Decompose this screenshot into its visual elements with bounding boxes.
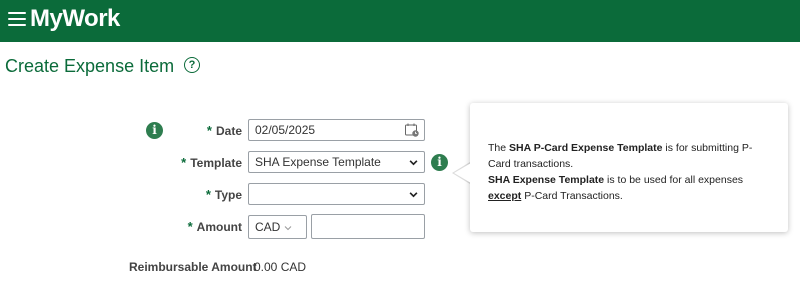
amount-input[interactable] xyxy=(311,214,425,239)
template-info-icon[interactable]: i xyxy=(431,154,448,171)
chevron-down-icon xyxy=(409,160,418,166)
info-icon[interactable]: i xyxy=(146,122,163,139)
required-marker: * xyxy=(187,219,193,234)
template-label: * Template xyxy=(176,155,242,171)
chevron-down-icon xyxy=(409,192,418,198)
popup-sentence-2: is to be used for all expenses xyxy=(604,174,744,186)
hamburger-menu-icon[interactable] xyxy=(8,11,26,27)
popup-intro: The xyxy=(488,142,510,154)
top-bar: MyWork xyxy=(0,0,800,42)
amount-label: * Amount xyxy=(180,219,242,235)
currency-select[interactable]: CAD xyxy=(248,215,307,239)
popup-template-name-2: SHA Expense Template xyxy=(488,174,605,186)
date-label-text: Date xyxy=(215,124,242,138)
help-icon[interactable]: ? xyxy=(184,57,200,73)
template-info-popup: The SHA P-Card Expense Template is for s… xyxy=(470,103,788,232)
date-label: * Date xyxy=(190,123,242,139)
date-field[interactable]: 02/05/2025 xyxy=(248,119,425,141)
currency-value: CAD xyxy=(255,220,281,234)
popup-end: P-Card Transactions. xyxy=(521,190,623,202)
required-marker: * xyxy=(206,123,212,138)
date-value: 02/05/2025 xyxy=(255,123,316,137)
popup-emphasis: except xyxy=(488,190,522,202)
amount-label-text: Amount xyxy=(196,220,242,234)
app-title[interactable]: MyWork xyxy=(30,3,120,35)
popup-arrow-fill xyxy=(454,163,471,183)
type-select[interactable] xyxy=(248,183,425,205)
required-marker: * xyxy=(181,155,187,170)
type-label-text: Type xyxy=(214,188,242,202)
popup-template-name-1: SHA P-Card Expense Template xyxy=(509,142,663,154)
template-label-text: Template xyxy=(190,156,242,170)
type-label: * Type xyxy=(190,187,242,203)
template-select[interactable]: SHA Expense Template xyxy=(248,151,425,173)
popup-text: The SHA P-Card Expense Template is for s… xyxy=(488,140,770,204)
reimbursable-amount-label: Reimbursable Amount xyxy=(129,260,257,274)
required-marker: * xyxy=(205,187,211,202)
template-selected-value: SHA Expense Template xyxy=(255,155,381,169)
calendar-icon[interactable] xyxy=(405,123,419,137)
reimbursable-amount-value: 0.00 CAD xyxy=(254,260,307,274)
chevron-down-icon xyxy=(284,226,292,231)
page-title: Create Expense Item xyxy=(5,56,175,76)
